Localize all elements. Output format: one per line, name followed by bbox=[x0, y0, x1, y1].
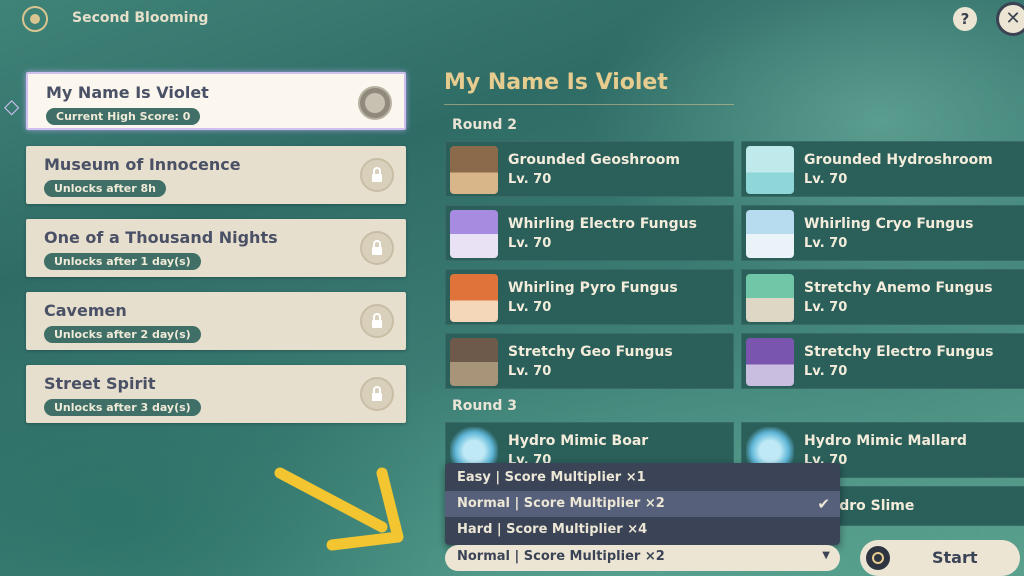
stage-name: My Name Is Violet bbox=[46, 83, 209, 102]
stage-name: One of a Thousand Nights bbox=[44, 228, 278, 247]
enemy-name: Grounded Geoshroom bbox=[508, 152, 680, 168]
hint-arrow-icon bbox=[274, 467, 404, 551]
start-confirm-icon bbox=[866, 546, 890, 570]
enemy-tile[interactable]: Whirling Cryo Fungus Lv. 70 bbox=[741, 205, 1024, 261]
geoshroom-icon bbox=[450, 146, 498, 194]
stage-card-cavemen[interactable]: Cavemen Unlocks after 2 day(s) bbox=[26, 292, 406, 350]
unlock-time-badge: Unlocks after 1 day(s) bbox=[44, 253, 201, 270]
cryo-fungus-icon bbox=[746, 210, 794, 258]
electro-fungus-icon bbox=[450, 210, 498, 258]
difficulty-selected-value: Normal | Score Multiplier ×2 bbox=[457, 549, 665, 564]
lock-icon bbox=[360, 377, 394, 411]
medal-icon bbox=[358, 86, 392, 120]
enemy-tile[interactable]: Grounded Geoshroom Lv. 70 bbox=[445, 141, 734, 197]
enemy-name: Stretchy Anemo Fungus bbox=[804, 280, 993, 296]
hydroshroom-icon bbox=[746, 146, 794, 194]
enemy-name: Stretchy Electro Fungus bbox=[804, 344, 994, 360]
event-emblem-icon bbox=[22, 6, 48, 32]
title-divider bbox=[444, 104, 734, 105]
enemy-level: Lv. 70 bbox=[804, 172, 848, 187]
enemy-tile[interactable]: Whirling Electro Fungus Lv. 70 bbox=[445, 205, 734, 261]
enemy-name: Grounded Hydroshroom bbox=[804, 152, 993, 168]
difficulty-option-easy[interactable]: Easy | Score Multiplier ×1 bbox=[445, 465, 840, 491]
enemy-level: Lv. 70 bbox=[804, 364, 848, 379]
enemy-tile[interactable]: Grounded Hydroshroom Lv. 70 bbox=[741, 141, 1024, 197]
enemy-tile[interactable]: Stretchy Anemo Fungus Lv. 70 bbox=[741, 269, 1024, 325]
stage-detail-title: My Name Is Violet bbox=[444, 70, 668, 95]
difficulty-select[interactable]: Normal | Score Multiplier ×2 ▼ bbox=[445, 545, 840, 571]
stage-card-street-spirit[interactable]: Street Spirit Unlocks after 3 day(s) bbox=[26, 365, 406, 423]
difficulty-option-normal[interactable]: Normal | Score Multiplier ×2 ✔ bbox=[445, 491, 840, 517]
pyro-fungus-icon bbox=[450, 274, 498, 322]
unlock-time-badge: Unlocks after 2 day(s) bbox=[44, 326, 201, 343]
lock-icon bbox=[360, 231, 394, 265]
enemy-name: Whirling Electro Fungus bbox=[508, 216, 697, 232]
round-label: Round 2 bbox=[452, 117, 517, 133]
difficulty-option-hard[interactable]: Hard | Score Multiplier ×4 bbox=[445, 517, 840, 543]
enemy-level: Lv. 70 bbox=[508, 236, 552, 251]
top-bar: Second Blooming ? ✕ bbox=[0, 0, 1024, 40]
high-score-badge: Current High Score: 0 bbox=[46, 108, 201, 125]
unlock-time-badge: Unlocks after 3 day(s) bbox=[44, 399, 201, 416]
checkmark-icon: ✔ bbox=[817, 495, 830, 513]
stage-name: Street Spirit bbox=[44, 374, 156, 393]
enemy-tile[interactable]: Whirling Pyro Fungus Lv. 70 bbox=[445, 269, 734, 325]
enemy-tile[interactable]: Stretchy Geo Fungus Lv. 70 bbox=[445, 333, 734, 389]
enemy-name: Whirling Cryo Fungus bbox=[804, 216, 974, 232]
lock-icon bbox=[360, 304, 394, 338]
enemy-level: Lv. 70 bbox=[804, 236, 848, 251]
enemy-level: Lv. 70 bbox=[508, 300, 552, 315]
enemy-name: Whirling Pyro Fungus bbox=[508, 280, 678, 296]
enemy-level: Lv. 70 bbox=[804, 300, 848, 315]
stage-name: Cavemen bbox=[44, 301, 127, 320]
stage-card-my-name-is-violet[interactable]: My Name Is Violet Current High Score: 0 bbox=[26, 72, 406, 130]
enemy-name: Hydro Mimic Boar bbox=[508, 433, 649, 449]
round-label: Round 3 bbox=[452, 398, 517, 414]
enemy-level: Lv. 70 bbox=[508, 364, 552, 379]
close-button[interactable]: ✕ bbox=[996, 2, 1024, 36]
stage-name: Museum of Innocence bbox=[44, 155, 241, 174]
start-button[interactable]: Start bbox=[860, 540, 1020, 576]
unlock-time-badge: Unlocks after 8h bbox=[44, 180, 166, 197]
selected-indicator-icon: ◇ bbox=[4, 94, 20, 118]
start-button-label: Start bbox=[932, 548, 978, 567]
enemy-tile[interactable]: Stretchy Electro Fungus Lv. 70 bbox=[741, 333, 1024, 389]
enemy-name: Hydro Mimic Mallard bbox=[804, 433, 967, 449]
lock-icon bbox=[360, 158, 394, 192]
caret-down-icon: ▼ bbox=[822, 550, 830, 561]
anemo-fungus-icon bbox=[746, 274, 794, 322]
help-button[interactable]: ? bbox=[953, 7, 977, 31]
difficulty-option-label: Normal | Score Multiplier ×2 bbox=[457, 496, 665, 511]
stage-card-one-of-a-thousand-nights[interactable]: One of a Thousand Nights Unlocks after 1… bbox=[26, 219, 406, 277]
geo-fungus-icon bbox=[450, 338, 498, 386]
difficulty-dropdown-menu: Easy | Score Multiplier ×1 Normal | Scor… bbox=[445, 463, 840, 545]
enemy-name: Stretchy Geo Fungus bbox=[508, 344, 673, 360]
electro-fungus-icon bbox=[746, 338, 794, 386]
event-title: Second Blooming bbox=[72, 10, 209, 26]
enemy-level: Lv. 70 bbox=[508, 172, 552, 187]
stage-card-museum-of-innocence[interactable]: Museum of Innocence Unlocks after 8h bbox=[26, 146, 406, 204]
